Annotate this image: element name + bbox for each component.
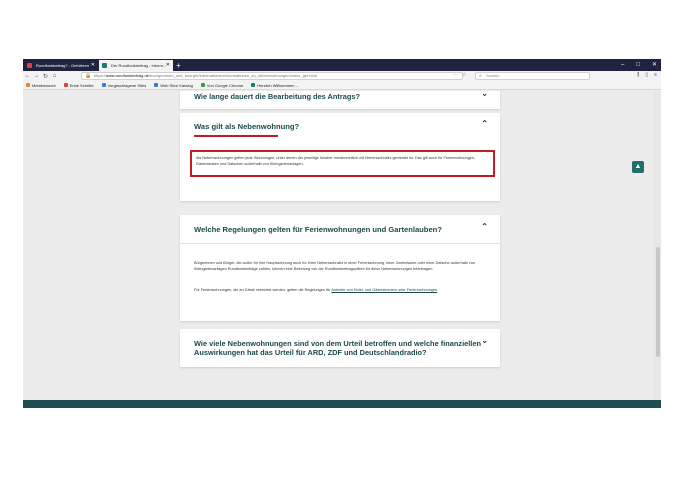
tab-label: Rundfunkbeitrag? - Gebühren <box>36 63 89 68</box>
window-controls: – □ ✕ <box>621 59 657 71</box>
minimize-icon[interactable]: – <box>621 59 624 71</box>
bookmarks-bar: Meistbesucht Erste Schritte Vorgeschlage… <box>23 81 661 90</box>
page-actions-icon[interactable]: ⋯ <box>453 72 458 78</box>
chevron-up-icon[interactable]: ⌃ <box>481 222 488 231</box>
faq-item-urteil-auswirkungen[interactable]: Wie viele Nebenwohnungen sind von dem Ur… <box>180 329 500 367</box>
bookmark-label: Herzlich Willkommen ... <box>257 82 299 88</box>
bookmark-label: Von Google Chrome <box>206 82 244 88</box>
highlight-underline <box>194 135 278 137</box>
faq-question[interactable]: Was gilt als Nebenwohnung? <box>194 122 299 131</box>
close-window-icon[interactable]: ✕ <box>652 59 657 71</box>
faq-item-nebenwohnung[interactable]: Was gilt als Nebenwohnung? ⌃ Als Nebenwo… <box>180 113 500 201</box>
bookmark-icon <box>26 83 30 87</box>
divider <box>180 243 500 244</box>
bookmark-label: Erste Schritte <box>69 82 94 88</box>
hotel-guest-rooms-link[interactable]: Anbieter von Hotel- und Gästezimmern ode… <box>331 288 437 292</box>
faq-question[interactable]: Welche Regelungen gelten für Ferienwohnu… <box>194 225 442 234</box>
search-input[interactable]: ⌕ Suchen <box>475 72 590 80</box>
maximize-icon[interactable]: □ <box>636 59 640 71</box>
chevron-down-icon[interactable]: ⌄ <box>481 336 488 345</box>
menu-icon[interactable]: ≡ <box>654 72 657 78</box>
scrollbar-thumb[interactable] <box>656 247 660 357</box>
bookmark-item[interactable]: Herzlich Willkommen ... <box>251 83 299 88</box>
url-bar-actions: ⋯ ☆ <box>453 72 466 78</box>
bookmark-item[interactable]: Meistbesucht <box>26 83 56 88</box>
answer-text: Für Ferienwohnungen, die an Gäste vermie… <box>194 288 332 292</box>
faq-answer: Als Nebenwohnungen gelten jene Wohnungen… <box>196 156 475 167</box>
page-content: Wie lange dauert die Bearbeitung des Ant… <box>23 91 661 400</box>
back-to-top-button[interactable]: ▲ <box>632 161 644 173</box>
faq-question[interactable]: Wie lange dauert die Bearbeitung des Ant… <box>194 92 360 101</box>
bookmark-item[interactable]: Vorgeschlagene Sites <box>101 82 147 88</box>
bookmark-label: Web Slice Katalog <box>160 82 193 88</box>
tab-favicon <box>27 63 32 68</box>
bookmark-icon <box>154 83 159 87</box>
bookmark-icon <box>251 83 256 87</box>
bookmark-item[interactable]: Von Google Chrome <box>200 82 244 88</box>
browser-window: Rundfunkbeitrag? - Gebühren ✕ Der Rundfu… <box>23 59 661 408</box>
url-bar[interactable]: 🔒 https://www.rundfunkbeitrag.de/buerger… <box>81 72 463 80</box>
home-icon[interactable]: ⌂ <box>50 73 59 79</box>
answer-text: . <box>437 288 439 292</box>
search-icon: ⌕ <box>479 73 482 79</box>
new-tab-button[interactable]: + <box>176 60 181 71</box>
bookmark-icon <box>101 83 106 87</box>
navigation-bar: ← → ↻ ⌂ 🔒 https://www.rundfunkbeitrag.de… <box>23 71 661 81</box>
page-footer-bar <box>23 400 661 408</box>
library-icon[interactable]: ⫼ <box>637 72 639 78</box>
faq-question[interactable]: Wie viele Nebenwohnungen sind von dem Ur… <box>194 339 484 357</box>
tab-bar: Rundfunkbeitrag? - Gebühren ✕ Der Rundfu… <box>23 59 661 71</box>
url-host: www.rundfunkbeitrag.de <box>106 73 149 78</box>
search-placeholder: Suchen <box>486 73 500 78</box>
faq-item-ferienwohnungen[interactable]: Welche Regelungen gelten für Ferienwohnu… <box>180 215 500 321</box>
url-path: /buergerinnen_und_buerger/informationen/… <box>148 73 317 78</box>
tab-rundfunkbeitrag-info[interactable]: Der Rundfunkbeitrag - Inform... ✕ <box>99 60 173 71</box>
close-tab-icon[interactable]: ✕ <box>91 60 95 71</box>
bookmark-item[interactable]: Erste Schritte <box>63 82 94 88</box>
sidebar-icon[interactable]: ▯ <box>645 72 648 78</box>
bookmark-icon <box>63 83 68 87</box>
bookmark-label: Meistbesucht <box>32 82 56 88</box>
faq-answer-paragraph: Für Ferienwohnungen, die an Gäste vermie… <box>194 287 494 293</box>
back-icon[interactable]: ← <box>23 73 32 79</box>
faq-answer-paragraph: Bürgerinnen und Bürger, die außer für ih… <box>194 261 475 272</box>
bookmark-icon <box>200 83 205 87</box>
forward-icon[interactable]: → <box>32 73 41 79</box>
url-prefix: https:// <box>94 73 107 78</box>
lock-icon: 🔒 <box>85 73 92 79</box>
tab-favicon <box>102 63 107 68</box>
tab-label: Der Rundfunkbeitrag - Inform... <box>111 63 167 68</box>
faq-item-processing-time[interactable]: Wie lange dauert die Bearbeitung des Ant… <box>180 91 500 109</box>
bookmark-star-icon[interactable]: ☆ <box>462 72 466 78</box>
bookmark-label: Vorgeschlagene Sites <box>107 82 147 88</box>
reload-icon[interactable]: ↻ <box>41 73 50 80</box>
bookmark-item[interactable]: Web Slice Katalog <box>154 83 193 88</box>
tab-rundfunkbeitrag-gebuehren[interactable]: Rundfunkbeitrag? - Gebühren ✕ <box>24 60 98 71</box>
toolbar-icons: ⫼ ▯ ≡ <box>637 72 657 78</box>
close-tab-icon[interactable]: ✕ <box>166 60 170 71</box>
chevron-down-icon[interactable]: ⌄ <box>481 91 488 98</box>
chevron-up-icon[interactable]: ⌃ <box>481 119 488 128</box>
